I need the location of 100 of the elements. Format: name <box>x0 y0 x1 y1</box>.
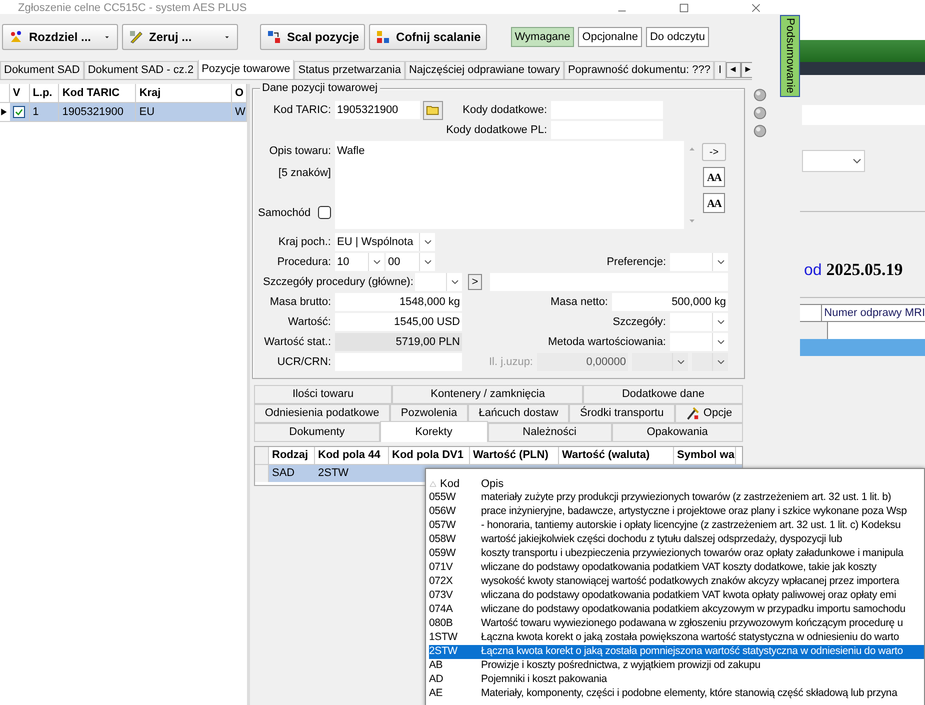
filter-toggle[interactable]: Opcjonalne <box>578 27 642 47</box>
dropdown[interactable]: 00 <box>386 253 435 271</box>
dropdown-button[interactable]: Zeruj ... <box>122 24 238 50</box>
code-text: 058W <box>429 532 457 548</box>
description-text: Pojemniki i koszt pakowania <box>481 672 607 688</box>
column-header: Kraj <box>136 84 232 102</box>
column-header[interactable]: Opis <box>481 476 504 492</box>
description-text: wliczana do podstawy opodatkowania podatkiem VAT kwota opłaty paliwowej oraz opłaty emi <box>481 588 896 604</box>
dropdown-button[interactable]: Rozdziel ... <box>2 24 118 50</box>
tab[interactable]: Opakowania <box>612 423 744 442</box>
input-field[interactable]: 1905321900 <box>335 101 420 119</box>
field-label: Szczegóły procedury (główne): <box>262 274 414 290</box>
field-label: Preferencje: <box>606 254 667 270</box>
tab[interactable]: Korekty <box>380 421 488 442</box>
code-text: AE <box>429 686 444 702</box>
tab[interactable]: Środki transportu <box>569 404 675 423</box>
column-header: Numer odprawy MRI <box>823 306 925 321</box>
tab[interactable]: Łańcuch dostaw <box>468 404 570 423</box>
selected-row[interactable] <box>800 339 925 356</box>
maximize-icon[interactable] <box>678 2 690 14</box>
filter-toggle[interactable]: Wymagane <box>510 27 574 47</box>
list-item[interactable]: AB Prowizje i koszty pośrednictwa, z wyjątkiem prowizji od zakupu <box>429 659 924 673</box>
browse-button[interactable] <box>423 100 443 120</box>
tab[interactable]: Najczęściej odprawiane towary <box>404 61 564 79</box>
tab[interactable]: Opcje <box>674 404 743 423</box>
tab[interactable]: I <box>714 61 726 79</box>
arrow-down-icon[interactable] <box>687 217 697 225</box>
input-field[interactable]: 5719,00 PLN <box>335 333 462 351</box>
column-header: V <box>10 84 30 102</box>
list-item[interactable]: 059W koszty transportu i ubezpieczenia przywiezionych towarów oraz opłaty załadunkowe i manipula <box>429 547 924 561</box>
arrow-up-icon[interactable] <box>687 145 697 153</box>
font-smaller-button[interactable]: AA <box>703 193 725 213</box>
filter-toggle[interactable]: Do odczytu <box>646 27 709 47</box>
tab[interactable]: Poprawność dokumentu: ??? <box>564 61 714 79</box>
table-row[interactable]: 1 1905321900 EU W <box>0 103 247 122</box>
dropdown[interactable] <box>692 353 728 371</box>
column-header: Symbol wa <box>674 447 736 464</box>
checkbox[interactable] <box>318 206 331 220</box>
column-header[interactable]: Kod <box>429 476 481 492</box>
tab[interactable]: Dokument SAD - cz.2 <box>84 61 198 79</box>
list-item[interactable]: AE Materiały, komponenty, części i podobne elementy, które stanowią część składową lub przyna <box>429 687 924 701</box>
dropdown[interactable]: 10 <box>335 253 384 271</box>
description-text: Łączna kwota korekt o jaką została powiększona wartość statystyczna w odniesieniu do warto <box>481 630 899 646</box>
list-item[interactable]: 056W prace inżynieryjne, badawcze, artystyczne i projektowe oraz plany i szkice wykonane poza Wsp <box>429 505 924 519</box>
list-item[interactable]: AD Pojemniki i koszt pakowania <box>429 673 924 687</box>
checkbox[interactable] <box>13 106 26 118</box>
input-field[interactable]: 500,000 kg <box>612 293 728 311</box>
field-label: Kraj poch.: <box>277 234 332 250</box>
folder-icon <box>426 103 440 117</box>
dropdown[interactable]: EU | Wspólnota <box>335 233 435 251</box>
column-header: O <box>232 84 248 102</box>
tab[interactable]: Dodatkowe dane <box>583 385 743 404</box>
dropdown[interactable] <box>670 333 728 351</box>
font-larger-button[interactable]: AA <box>703 167 725 187</box>
dropdown[interactable] <box>802 150 865 172</box>
toolbar-button[interactable]: Scal pozycje <box>260 24 366 50</box>
tab[interactable]: Dokument SAD <box>0 61 84 79</box>
tab[interactable]: Pozycje towarowe <box>198 60 294 79</box>
field-label: Masa brutto: <box>268 294 332 310</box>
dropdown[interactable] <box>670 313 728 331</box>
tab[interactable]: Odniesienia podatkowe <box>254 404 390 423</box>
list-item[interactable]: 074A wliczane do podstawy opodatkowania podatkiem akcyzowym w przypadku importu samochodu <box>429 603 924 617</box>
code-text: 1STW <box>429 630 458 646</box>
column-header: Kod pola DV1 <box>389 447 470 464</box>
field-label: UCR/CRN: <box>276 354 332 370</box>
side-tab[interactable]: Podsumowanie <box>780 15 800 97</box>
text-area[interactable]: Wafle <box>335 141 700 229</box>
toolbar-button[interactable]: Cofnij scalanie <box>369 24 487 50</box>
list-item[interactable]: 2STW Łączna kwota korekt o jaką została pomniejszona wartość statystyczna w odniesieniu do warto <box>429 645 924 659</box>
dropdown[interactable] <box>415 273 462 291</box>
list-item[interactable]: 055W materiały zużyte przy produkcji przywiezionych towarów (z zastrzeżeniem art. 32 ust. 1 lit. b) <box>429 491 924 505</box>
dropdown[interactable] <box>670 253 728 271</box>
arrow-button[interactable]: -> <box>702 143 726 161</box>
code-text: 074A <box>429 602 454 618</box>
list-item[interactable]: 057W - honoraria, tantiemy autorskie i opłaty licencyjne (z zastrzeżeniem art. 32 ust. 1 lit. c) Kodeksu <box>429 519 924 533</box>
list-item[interactable]: 058W wartość jakiejkolwiek części dochodu z tytułu dalszej odsprzedaży, dyspozycji lub <box>429 533 924 547</box>
tab[interactable]: Kontenery / zamknięcia <box>392 385 584 404</box>
input-field[interactable]: 1545,00 USD <box>335 313 462 331</box>
dropdown[interactable] <box>632 353 688 371</box>
table-cell-text: SAD <box>271 466 296 482</box>
scroll-button[interactable]: ► <box>740 62 752 78</box>
tab[interactable]: Ilości towaru <box>254 385 392 404</box>
arrow-button[interactable]: > <box>468 274 482 290</box>
table-row[interactable] <box>827 322 925 339</box>
field-value: Wafle <box>336 144 366 159</box>
description-text: Łączna kwota korekt o jaką została pomniejszona wartość statystyczna w odniesieniu do warto <box>481 644 903 660</box>
scroll-button[interactable]: ◄ <box>726 62 741 78</box>
tab[interactable]: Należności <box>488 423 612 442</box>
tab[interactable]: Status przetwarzania <box>294 61 405 79</box>
list-item[interactable]: 072X wysokość kwoty stanowiącej wartość podatkowych znaków akcyzy wpłacanej przez importera <box>429 575 924 589</box>
list-item[interactable]: 071V wliczane do podstawy opodatkowania podatkiem VAT koszty dodatkowe, takie jak koszty <box>429 561 924 575</box>
list-item[interactable]: 1STW Łączna kwota korekt o jaką została powiększona wartość statystyczna w odniesieniu do warto <box>429 631 924 645</box>
list-item[interactable]: 080B Wartość towaru wywiezionego podawana w zgłoszeniu przywozowym kończącym procedurę u <box>429 617 924 631</box>
tool-icon <box>8 29 24 45</box>
table-cell: EU <box>136 103 232 121</box>
input-field[interactable]: 1548,000 kg <box>335 293 462 311</box>
status-light-icon <box>753 124 767 138</box>
close-icon[interactable] <box>750 2 762 14</box>
list-item[interactable]: 073V wliczana do podstawy opodatkowania podatkiem VAT kwota opłaty paliwowej oraz opłaty emi <box>429 589 924 603</box>
tab[interactable]: Dokumenty <box>254 423 380 442</box>
